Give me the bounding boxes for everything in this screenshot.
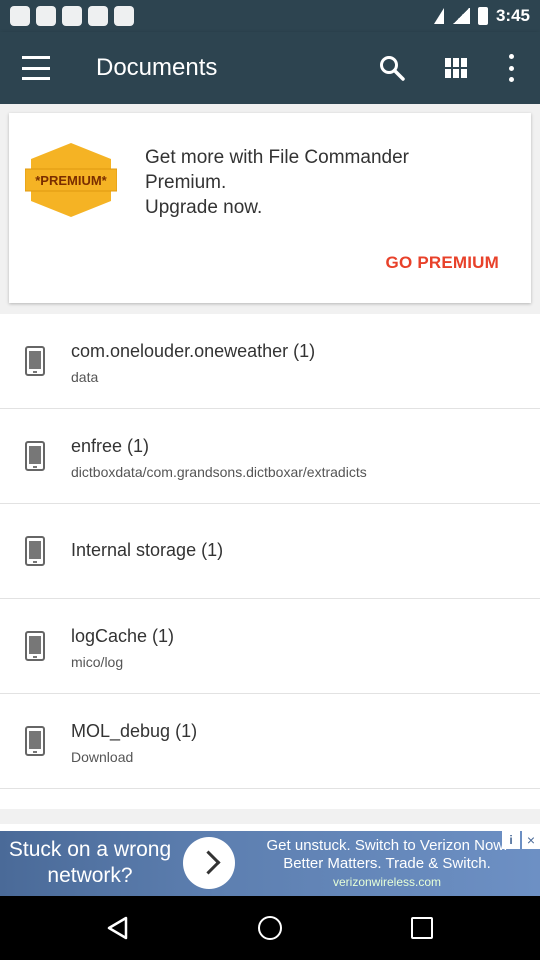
premium-promo-card[interactable]: *PREMIUM* Get more with File Commander P…: [9, 113, 531, 303]
phone-storage-icon: [25, 346, 45, 376]
list-item[interactable]: com.onelouder.oneweather (1) data: [0, 314, 540, 409]
ad-info-icon[interactable]: i: [502, 831, 520, 849]
list-item-title: Internal storage (1): [71, 540, 224, 560]
ad-banner[interactable]: Stuck on a wrong network? Get unstuck. S…: [0, 831, 540, 896]
recents-icon[interactable]: [411, 917, 433, 939]
status-bar: 3:45: [0, 0, 540, 32]
ad-url: verizonwireless.com: [332, 875, 442, 889]
document-list: com.onelouder.oneweather (1) data enfree…: [0, 314, 540, 809]
battery-icon: [477, 7, 488, 25]
page-title: Documents: [96, 54, 218, 81]
list-item[interactable]: enfree (1) dictboxdata/com.grandsons.dic…: [0, 409, 540, 504]
calendar-icon: [114, 6, 134, 26]
list-item-title: enfree (1): [71, 436, 150, 456]
grid-view-icon[interactable]: [445, 58, 467, 78]
phone-storage-icon: [25, 536, 45, 566]
status-right: 3:45: [433, 6, 530, 26]
list-item-subtitle: dictboxdata/com.grandsons.dictboxar/extr…: [71, 464, 367, 480]
list-item-title: MOL_debug (1): [71, 721, 198, 741]
list-item-subtitle: data: [71, 369, 99, 385]
home-icon[interactable]: [258, 916, 282, 940]
facebook-notification-icon: [10, 6, 30, 26]
search-icon[interactable]: [378, 54, 406, 82]
list-item[interactable]: MOL_debug (1) Download: [0, 694, 540, 789]
status-time: 3:45: [495, 6, 530, 25]
list-item-title: logCache (1): [71, 626, 175, 646]
premium-badge-icon: *PREMIUM*: [24, 141, 118, 219]
ad-close-icon[interactable]: ×: [522, 831, 540, 849]
more-vert-icon[interactable]: [504, 54, 518, 82]
list-item-title: com.onelouder.oneweather (1): [71, 341, 316, 361]
system-nav-bar: [0, 896, 540, 960]
arrow-right-icon[interactable]: [183, 837, 235, 889]
list-item[interactable]: logCache (1) mico/log: [0, 599, 540, 694]
premium-badge-text: *PREMIUM*: [35, 173, 107, 188]
lock-icon: [88, 6, 108, 26]
ad-headline: Stuck on a wrong network?: [8, 838, 172, 887]
back-icon[interactable]: [106, 916, 130, 945]
go-premium-button[interactable]: GO PREMIUM: [386, 253, 499, 273]
phone-storage-icon: [25, 631, 45, 661]
wifi-icon: [433, 8, 444, 24]
signal-icon: [451, 8, 470, 24]
list-item-partial: [0, 789, 540, 809]
list-item-subtitle: Download: [71, 749, 134, 765]
phone-storage-icon: [25, 726, 45, 756]
status-notification-icons: [10, 6, 134, 26]
premium-message: Get more with File Commander Premium. Up…: [145, 147, 409, 218]
phone-storage-icon: [25, 441, 45, 471]
image-icon: [36, 6, 56, 26]
list-item[interactable]: Internal storage (1): [0, 504, 540, 599]
list-item-subtitle: mico/log: [71, 654, 124, 670]
ad-body: Get unstuck. Switch to Verizon Now. Bett…: [266, 837, 508, 872]
headset-icon: [62, 6, 82, 26]
app-bar: Documents: [0, 32, 540, 104]
menu-icon[interactable]: [22, 56, 50, 80]
